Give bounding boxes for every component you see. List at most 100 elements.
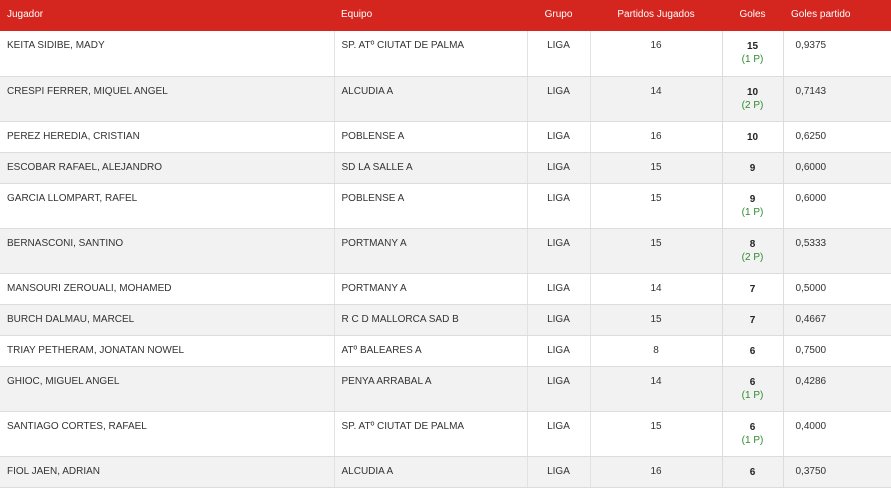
- cell-grupo: LIGA: [526, 228, 590, 274]
- cell-grupo: LIGA: [526, 456, 590, 488]
- cell-goles: 8 (2 P): [721, 228, 784, 274]
- cell-equipo[interactable]: SP. ATº CIUTAT DE PALMA: [333, 31, 527, 77]
- cell-goles-partido: 0,7500: [783, 335, 891, 367]
- cell-partidos: 14: [589, 366, 722, 412]
- cell-grupo: LIGA: [526, 304, 590, 336]
- cell-goles-partido: 0,7143: [783, 76, 891, 122]
- cell-jugador[interactable]: MANSOURI ZEROUALI, MOHAMED: [0, 273, 334, 305]
- cell-grupo: LIGA: [526, 411, 590, 457]
- cell-jugador[interactable]: CRESPI FERRER, MIQUEL ANGEL: [0, 76, 334, 122]
- cell-grupo: LIGA: [526, 335, 590, 367]
- cell-partidos: 14: [589, 273, 722, 305]
- penaltis-value: (1 P): [741, 389, 764, 401]
- cell-partidos: 15: [589, 152, 722, 184]
- penaltis-value: (1 P): [741, 434, 764, 446]
- cell-equipo[interactable]: PORTMANY A: [333, 273, 527, 305]
- cell-jugador[interactable]: BERNASCONI, SANTINO: [0, 228, 334, 274]
- cell-grupo: LIGA: [526, 183, 590, 229]
- cell-goles-partido: 0,6250: [783, 121, 891, 153]
- goles-value: 9: [749, 193, 756, 205]
- table-row: FIOL JAEN, ADRIAN ALCUDIA A LIGA 16 6 0,…: [0, 456, 891, 488]
- cell-grupo: LIGA: [526, 31, 590, 77]
- table-row: CRESPI FERRER, MIQUEL ANGEL ALCUDIA A LI…: [0, 76, 891, 122]
- goles-value: 6: [749, 466, 756, 478]
- cell-jugador[interactable]: GHIOC, MIGUEL ANGEL: [0, 366, 334, 412]
- goles-value: 6: [749, 376, 756, 388]
- cell-goles: 15 (1 P): [721, 31, 784, 77]
- cell-jugador[interactable]: KEITA SIDIBE, MADY: [0, 31, 334, 77]
- cell-jugador[interactable]: SANTIAGO CORTES, RAFAEL: [0, 411, 334, 457]
- header-equipo[interactable]: Equipo: [334, 0, 527, 31]
- goles-value: 9: [749, 162, 756, 174]
- penaltis-value: (2 P): [741, 251, 764, 263]
- goles-value: 8: [749, 238, 756, 250]
- cell-jugador[interactable]: PEREZ HEREDIA, CRISTIAN: [0, 121, 334, 153]
- table-row: ESCOBAR RAFAEL, ALEJANDRO SD LA SALLE A …: [0, 152, 891, 184]
- cell-grupo: LIGA: [526, 121, 590, 153]
- cell-jugador[interactable]: BURCH DALMAU, MARCEL: [0, 304, 334, 336]
- cell-jugador[interactable]: GARCIA LLOMPART, RAFEL: [0, 183, 334, 229]
- table-row: KEITA SIDIBE, MADY SP. ATº CIUTAT DE PAL…: [0, 31, 891, 77]
- table-row: BERNASCONI, SANTINO PORTMANY A LIGA 15 8…: [0, 228, 891, 274]
- cell-goles-partido: 0,4286: [783, 366, 891, 412]
- cell-equipo[interactable]: ALCUDIA A: [333, 76, 527, 122]
- table-row: PEREZ HEREDIA, CRISTIAN POBLENSE A LIGA …: [0, 121, 891, 153]
- cell-equipo[interactable]: POBLENSE A: [333, 183, 527, 229]
- scorers-table: Jugador Equipo Grupo Partidos Jugados Go…: [0, 0, 891, 488]
- cell-goles-partido: 0,3750: [783, 456, 891, 488]
- cell-equipo[interactable]: ATº BALEARES A: [333, 335, 527, 367]
- penaltis-value: (1 P): [741, 54, 764, 65]
- goles-value: 6: [749, 345, 756, 357]
- cell-partidos: 16: [589, 121, 722, 153]
- header-partidos[interactable]: Partidos Jugados: [590, 0, 722, 31]
- cell-partidos: 15: [589, 183, 722, 229]
- cell-goles-partido: 0,5333: [783, 228, 891, 274]
- header-goles-partido[interactable]: Goles partido: [783, 0, 891, 31]
- cell-partidos: 15: [589, 228, 722, 274]
- cell-equipo[interactable]: R C D MALLORCA SAD B: [333, 304, 527, 336]
- cell-grupo: LIGA: [526, 366, 590, 412]
- cell-equipo[interactable]: SP. ATº CIUTAT DE PALMA: [333, 411, 527, 457]
- header-grupo[interactable]: Grupo: [527, 0, 590, 31]
- cell-goles: 6 (1 P): [721, 366, 784, 412]
- cell-goles-partido: 0,4000: [783, 411, 891, 457]
- cell-goles: 6: [721, 335, 784, 367]
- header-jugador[interactable]: Jugador: [0, 0, 334, 31]
- cell-jugador[interactable]: FIOL JAEN, ADRIAN: [0, 456, 334, 488]
- cell-jugador[interactable]: TRIAY PETHERAM, JONATAN NOWEL: [0, 335, 334, 367]
- header-row: Jugador Equipo Grupo Partidos Jugados Go…: [0, 0, 891, 31]
- cell-jugador[interactable]: ESCOBAR RAFAEL, ALEJANDRO: [0, 152, 334, 184]
- cell-grupo: LIGA: [526, 273, 590, 305]
- cell-equipo[interactable]: POBLENSE A: [333, 121, 527, 153]
- cell-partidos: 15: [589, 411, 722, 457]
- table-row: TRIAY PETHERAM, JONATAN NOWEL ATº BALEAR…: [0, 335, 891, 367]
- goles-value: 10: [746, 86, 759, 98]
- goles-value: 7: [749, 283, 756, 295]
- cell-equipo[interactable]: ALCUDIA A: [333, 456, 527, 488]
- cell-goles: 6: [721, 456, 784, 488]
- table-row: BURCH DALMAU, MARCEL R C D MALLORCA SAD …: [0, 304, 891, 336]
- cell-goles-partido: 0,6000: [783, 152, 891, 184]
- cell-grupo: LIGA: [526, 76, 590, 122]
- cell-partidos: 16: [589, 456, 722, 488]
- cell-partidos: 15: [589, 304, 722, 336]
- cell-equipo[interactable]: PORTMANY A: [333, 228, 527, 274]
- table-header: Jugador Equipo Grupo Partidos Jugados Go…: [0, 0, 891, 31]
- cell-equipo[interactable]: PENYA ARRABAL A: [333, 366, 527, 412]
- cell-goles-partido: 0,6000: [783, 183, 891, 229]
- table-row: GHIOC, MIGUEL ANGEL PENYA ARRABAL A LIGA…: [0, 366, 891, 412]
- penaltis-value: (2 P): [741, 99, 764, 111]
- cell-goles-partido: 0,9375: [783, 31, 891, 77]
- cell-partidos: 16: [589, 31, 722, 77]
- cell-equipo[interactable]: SD LA SALLE A: [333, 152, 527, 184]
- cell-goles-partido: 0,4667: [783, 304, 891, 336]
- table-row: MANSOURI ZEROUALI, MOHAMED PORTMANY A LI…: [0, 273, 891, 305]
- goles-value: 10: [746, 131, 759, 143]
- cell-goles: 10: [721, 121, 784, 153]
- cell-goles: 10 (2 P): [721, 76, 784, 122]
- cell-goles: 6 (1 P): [721, 411, 784, 457]
- header-goles[interactable]: Goles: [722, 0, 783, 31]
- cell-goles: 7: [721, 304, 784, 336]
- table-row: GARCIA LLOMPART, RAFEL POBLENSE A LIGA 1…: [0, 183, 891, 229]
- cell-goles-partido: 0,5000: [783, 273, 891, 305]
